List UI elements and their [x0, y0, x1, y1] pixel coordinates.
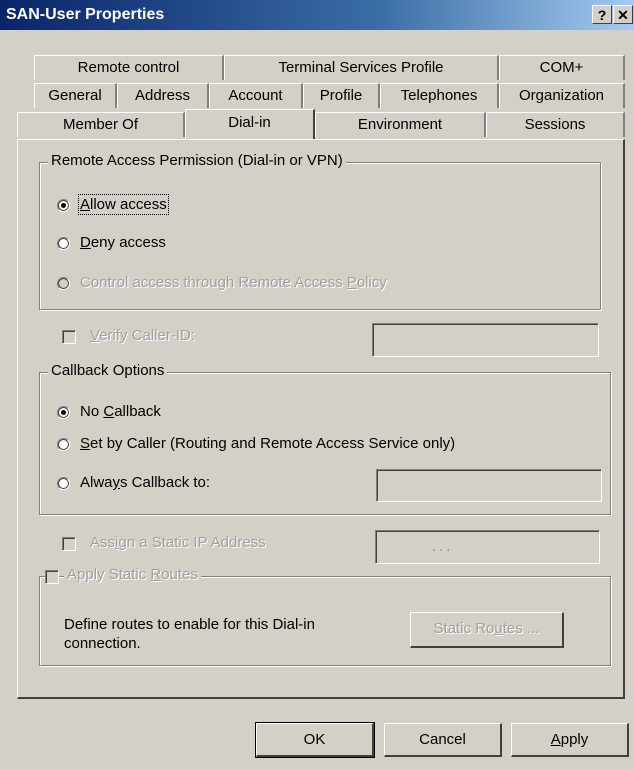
set-by-caller-radio[interactable] — [57, 438, 70, 451]
static-routes-group: Apply Static Routes Define routes to ena… — [39, 566, 611, 666]
static-ip-input[interactable]: . . . — [375, 530, 600, 564]
tab-address[interactable]: Address — [117, 83, 209, 108]
ip-placeholder-dots: . . . — [432, 539, 451, 554]
remote-access-legend: Remote Access Permission (Dial-in or VPN… — [48, 152, 346, 169]
no-callback-label[interactable]: No Callback — [80, 403, 161, 420]
caller-id-input[interactable] — [372, 323, 599, 357]
properties-dialog: SAN-User Properties ? ✕ Remote control T… — [0, 0, 634, 769]
radio-selected-dot — [61, 203, 66, 208]
close-button[interactable]: ✕ — [613, 5, 633, 24]
tab-terminal-services-profile[interactable]: Terminal Services Profile — [224, 55, 499, 80]
dial-in-panel: Remote Access Permission (Dial-in or VPN… — [17, 139, 625, 699]
static-routes-label[interactable]: Apply Static Routes — [64, 566, 201, 583]
tab-environment[interactable]: Environment — [315, 112, 486, 137]
tab-com-plus[interactable]: COM+ — [499, 55, 625, 80]
always-callback-label[interactable]: Always Callback to: — [80, 474, 210, 491]
title-bar: SAN-User Properties ? ✕ — [0, 0, 634, 30]
callback-options-group: Callback Options No Callback Set by Call… — [39, 362, 611, 515]
tab-telephones[interactable]: Telephones — [380, 83, 499, 108]
verify-caller-id-label[interactable]: Verify Caller-ID: — [90, 327, 195, 344]
static-ip-checkbox[interactable] — [62, 537, 76, 551]
always-callback-radio[interactable] — [57, 477, 70, 490]
tab-member-of[interactable]: Member Of — [17, 112, 185, 137]
radio-selected-dot — [61, 410, 66, 415]
static-ip-label[interactable]: Assign a Static IP Address — [90, 534, 266, 551]
no-callback-radio[interactable] — [57, 406, 70, 419]
ok-button[interactable]: OK — [255, 722, 375, 758]
static-routes-button[interactable]: Static Routes ... — [410, 612, 564, 648]
policy-access-radio[interactable] — [57, 277, 70, 290]
tab-sessions[interactable]: Sessions — [486, 112, 625, 137]
deny-access-label[interactable]: Deny access — [80, 234, 166, 251]
allow-access-radio[interactable] — [57, 199, 70, 212]
set-by-caller-label[interactable]: Set by Caller (Routing and Remote Access… — [80, 435, 455, 452]
verify-caller-id-checkbox[interactable] — [62, 330, 76, 344]
tab-dial-in[interactable]: Dial-in — [185, 109, 315, 139]
policy-access-label[interactable]: Control access through Remote Access Pol… — [80, 274, 387, 291]
tab-organization[interactable]: Organization — [499, 83, 625, 108]
deny-access-radio[interactable] — [57, 237, 70, 250]
static-routes-checkbox[interactable] — [45, 570, 59, 584]
tab-remote-control[interactable]: Remote control — [34, 55, 224, 80]
tab-account[interactable]: Account — [209, 83, 303, 108]
callback-options-legend: Callback Options — [48, 362, 168, 379]
help-button[interactable]: ? — [592, 5, 612, 24]
apply-button[interactable]: Apply — [511, 723, 629, 757]
allow-access-label[interactable]: Allow access — [78, 194, 169, 215]
cancel-button[interactable]: Cancel — [384, 723, 502, 757]
static-routes-description: Define routes to enable for this Dial-in… — [64, 616, 315, 652]
window-title: SAN-User Properties — [6, 6, 165, 23]
tab-profile[interactable]: Profile — [303, 83, 380, 108]
tab-general[interactable]: General — [34, 83, 117, 108]
remote-access-group: Remote Access Permission (Dial-in or VPN… — [39, 152, 601, 310]
callback-number-input[interactable] — [376, 469, 602, 502]
